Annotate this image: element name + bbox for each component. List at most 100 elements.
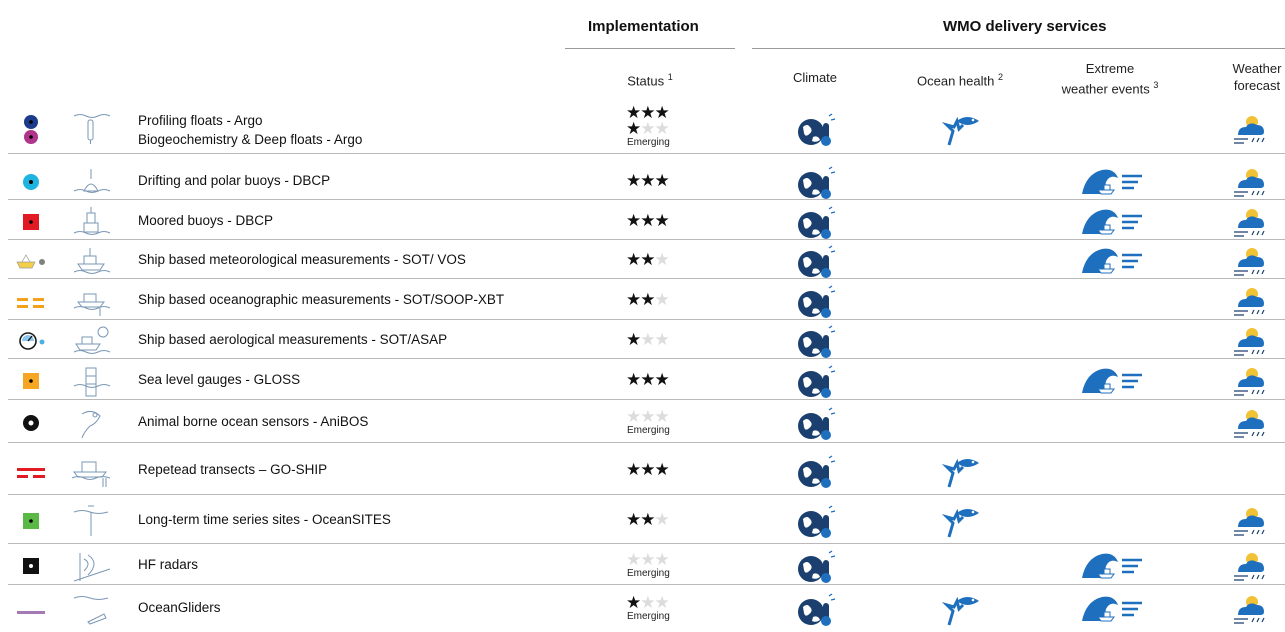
empty-star-icon: ★ [626,407,641,426]
row-divider [8,543,1285,544]
weather-forecast-icon [1230,365,1270,399]
extreme-weather-icon [1080,206,1144,240]
emerging-label: Emerging [627,568,670,579]
extreme-weather-icon [1080,365,1144,399]
empty-star-icon: ★ [640,550,655,569]
status-rating: ★★★ [626,171,682,190]
climate-icon [796,245,836,279]
filled-star-icon: ★ [626,370,641,389]
status-rating: ★★★ [626,407,682,426]
network-label: Ship based aerological measurements - SO… [138,332,448,347]
status-rating: ★★★ [626,510,682,529]
moored-buoy-icon [70,205,112,239]
climate-icon [796,592,836,627]
emerging-label: Emerging [627,425,670,436]
empty-star-icon: ★ [654,250,670,269]
filled-star-icon: ★ [626,592,641,612]
filled-star-icon: ★ [626,250,641,269]
row-divider [8,358,1285,359]
filled-star-icon: ★ [626,290,641,309]
row-divider [8,399,1285,400]
filled-star-icon: ★ [640,290,655,309]
orange-dash-icon [14,286,48,316]
filled-star-icon: ★ [654,171,670,190]
mooring-line-icon [70,504,112,538]
status-rating: ★★★ [626,210,682,230]
weather-forecast-icon [1230,285,1270,319]
filled-star-icon: ★ [654,459,670,479]
climate-icon [796,205,836,240]
empty-star-icon: ★ [640,119,655,138]
ocean-health-icon [941,455,981,489]
ocean-health-icon [941,113,981,147]
climate-icon [796,113,836,147]
ship-xbt-icon [70,284,112,318]
filled-star-icon: ★ [640,250,655,269]
network-label: Sea level gauges - GLOSS [138,372,301,387]
filled-star-icon: ★ [626,119,641,138]
status-rating: ★★★ [626,119,682,138]
emerging-label: Emerging [627,137,670,148]
purple-line-icon [14,594,48,624]
climate-icon [796,550,836,584]
balloon-gauge-icon [14,326,48,356]
empty-star-icon: ★ [654,330,670,349]
ocean-health-icon [941,593,981,627]
filled-star-icon: ★ [626,330,641,349]
seal-sensor-icon [70,406,112,440]
black-circle-icon [14,408,48,438]
empty-star-icon: ★ [654,592,670,612]
filled-star-icon: ★ [626,459,641,479]
filled-star-icon: ★ [640,210,655,230]
implementation-header: Implementation [588,18,699,35]
weather-forecast-icon [1230,407,1270,441]
extreme-weather-icon [1080,245,1144,279]
research-ship-icon [70,454,112,488]
network-label: Animal borne ocean sensors - AniBOS [138,414,369,429]
climate-icon [796,166,836,200]
network-label: OceanGliders [138,599,221,615]
network-label: Repetead transects – GO-SHIP [138,461,328,477]
empty-star-icon: ★ [640,407,655,426]
green-square-icon [14,506,48,536]
row-divider [8,442,1285,443]
weather-forecast-icon [1230,325,1270,359]
status-column-header: Status 1 [627,72,673,89]
climate-icon [796,285,836,319]
weather-forecast-icon [1230,206,1270,240]
weather-forecast-icon [1230,505,1270,539]
header-rule-implementation [565,48,735,49]
filled-star-icon: ★ [626,510,641,529]
row-divider [8,584,1285,585]
filled-star-icon: ★ [626,210,641,230]
status-rating: ★★★ [626,370,682,389]
row-divider [8,319,1285,320]
profiling-float-icon [70,112,112,146]
empty-star-icon: ★ [654,407,670,426]
weather-forecast-icon [1230,593,1270,627]
status-rating: ★★★ [626,250,682,269]
ship-met-icon [70,244,112,278]
status-rating: ★★★ [626,550,682,569]
header-rule-wmo [752,48,1285,49]
empty-star-icon: ★ [654,550,670,569]
empty-star-icon: ★ [640,330,655,349]
weather-forecast-icon [1230,245,1270,279]
status-rating: ★★★ [626,330,682,349]
black-square-icon [14,551,48,581]
empty-star-icon: ★ [640,592,655,612]
empty-star-icon: ★ [654,119,670,138]
climate-icon [796,365,836,399]
status-rating: ★★★ [626,290,682,309]
drifting-buoy-icon [70,165,112,199]
ship-balloon-icon [70,324,112,358]
network-label: Ship based oceanographic measurements - … [138,292,505,307]
climate-column-header: Climate [792,70,838,85]
filled-star-icon: ★ [640,171,655,190]
hf-radar-icon [70,549,112,583]
empty-star-icon: ★ [654,290,670,309]
climate-icon [796,325,836,359]
weather-forecast-icon [1230,166,1270,200]
emerging-label: Emerging [627,610,670,622]
status-rating: ★★★ [626,459,682,479]
